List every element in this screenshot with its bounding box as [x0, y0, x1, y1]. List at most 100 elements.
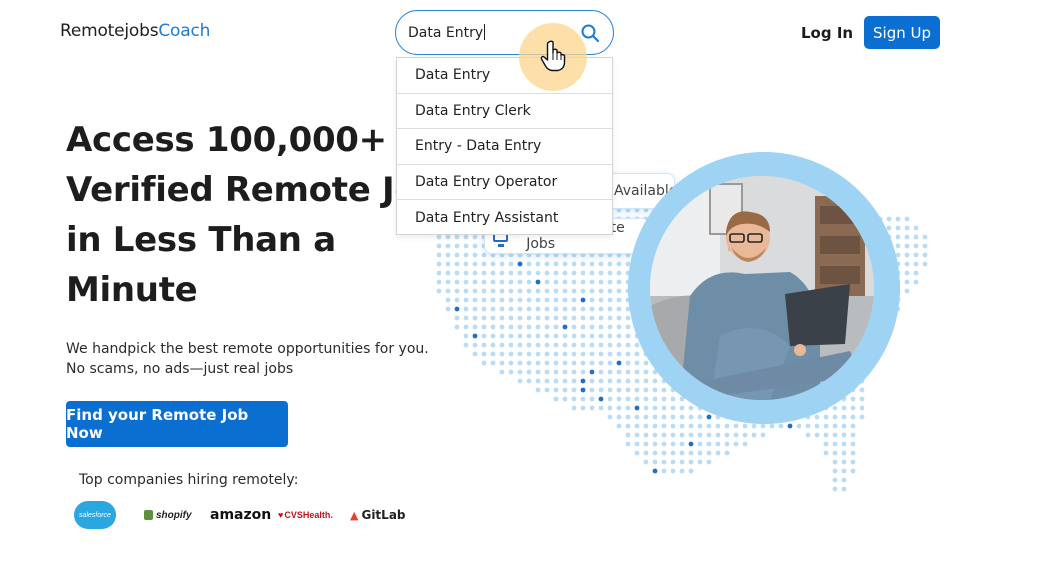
map-dot: [625, 414, 631, 420]
map-dot: [490, 351, 496, 357]
map-dot: [571, 270, 577, 276]
map-dot: [580, 360, 586, 366]
map-dot: [787, 423, 793, 429]
map-dot: [598, 333, 604, 339]
map-dot: [814, 414, 820, 420]
map-dot: [634, 441, 640, 447]
map-dot: [481, 315, 487, 321]
map-dot: [643, 432, 649, 438]
signup-button[interactable]: Sign Up: [864, 16, 940, 49]
map-dot: [832, 450, 838, 456]
map-dot: [904, 261, 910, 267]
suggestion-item[interactable]: Data Entry Assistant: [397, 200, 612, 236]
map-dot: [463, 315, 469, 321]
map-dot: [499, 324, 505, 330]
map-dot: [886, 216, 892, 222]
map-dot: [706, 459, 712, 465]
map-dot: [544, 333, 550, 339]
map-dot: [535, 342, 541, 348]
map-dot: [607, 333, 613, 339]
map-dot: [508, 342, 514, 348]
map-dot: [706, 432, 712, 438]
map-dot: [652, 468, 658, 474]
map-dot: [643, 405, 649, 411]
map-dot: [652, 441, 658, 447]
map-dot: [535, 369, 541, 375]
map-dot: [517, 270, 523, 276]
map-dot: [607, 306, 613, 312]
map-dot: [535, 261, 541, 267]
search-input[interactable]: Data Entry: [408, 24, 486, 41]
site-logo[interactable]: RemotejobsCoach: [60, 21, 210, 41]
suggestion-item[interactable]: Data Entry Operator: [397, 165, 612, 201]
map-dot: [436, 261, 442, 267]
map-dot: [562, 387, 568, 393]
map-dot: [616, 315, 622, 321]
map-dot: [841, 450, 847, 456]
map-dot: [544, 387, 550, 393]
map-dot: [841, 441, 847, 447]
map-dot: [571, 387, 577, 393]
map-dot: [715, 423, 721, 429]
map-dot: [625, 441, 631, 447]
text-caret: [484, 24, 486, 40]
map-dot: [589, 360, 595, 366]
map-dot: [553, 297, 559, 303]
map-dot: [652, 396, 658, 402]
map-dot: [913, 225, 919, 231]
map-dot: [490, 324, 496, 330]
map-dot: [499, 351, 505, 357]
map-dot: [661, 423, 667, 429]
map-dot: [661, 459, 667, 465]
map-dot: [517, 342, 523, 348]
map-dot: [895, 243, 901, 249]
map-dot: [616, 297, 622, 303]
map-dot: [616, 261, 622, 267]
find-job-button[interactable]: Find your Remote Job Now: [66, 401, 288, 447]
map-dot: [490, 360, 496, 366]
map-dot: [616, 342, 622, 348]
map-dot: [544, 261, 550, 267]
map-dot: [544, 315, 550, 321]
map-dot: [445, 279, 451, 285]
map-dot: [535, 351, 541, 357]
map-dot: [571, 378, 577, 384]
map-dot: [508, 351, 514, 357]
map-dot: [634, 396, 640, 402]
map-dot: [472, 252, 478, 258]
map-dot: [634, 387, 640, 393]
hand-pointer-icon: [540, 40, 566, 72]
map-dot: [643, 459, 649, 465]
suggestion-item[interactable]: Entry - Data Entry: [397, 129, 612, 165]
map-dot: [517, 324, 523, 330]
map-dot: [454, 279, 460, 285]
map-dot: [607, 342, 613, 348]
map-dot: [625, 333, 631, 339]
cvs-heart-icon: ♥: [278, 510, 284, 520]
headline-line: in Less Than a: [66, 220, 336, 260]
map-dot: [526, 279, 532, 285]
login-link[interactable]: Log In: [801, 24, 853, 42]
salesforce-logo: salesforce: [74, 500, 118, 530]
map-dot: [436, 270, 442, 276]
map-dot: [445, 270, 451, 276]
map-dot: [769, 423, 775, 429]
amazon-logo-text: amazon: [210, 507, 272, 523]
map-dot: [598, 360, 604, 366]
map-dot: [814, 423, 820, 429]
map-dot: [850, 432, 856, 438]
map-dot: [481, 324, 487, 330]
map-dot: [580, 315, 586, 321]
headline-line: Minute: [66, 270, 198, 310]
map-dot: [589, 306, 595, 312]
map-dot: [661, 414, 667, 420]
map-dot: [643, 360, 649, 366]
map-dot: [652, 378, 658, 384]
map-dot: [571, 333, 577, 339]
map-dot: [616, 369, 622, 375]
map-dot: [598, 306, 604, 312]
map-dot: [895, 216, 901, 222]
suggestion-item[interactable]: Data Entry Clerk: [397, 94, 612, 130]
map-dot: [706, 441, 712, 447]
map-dot: [823, 423, 829, 429]
